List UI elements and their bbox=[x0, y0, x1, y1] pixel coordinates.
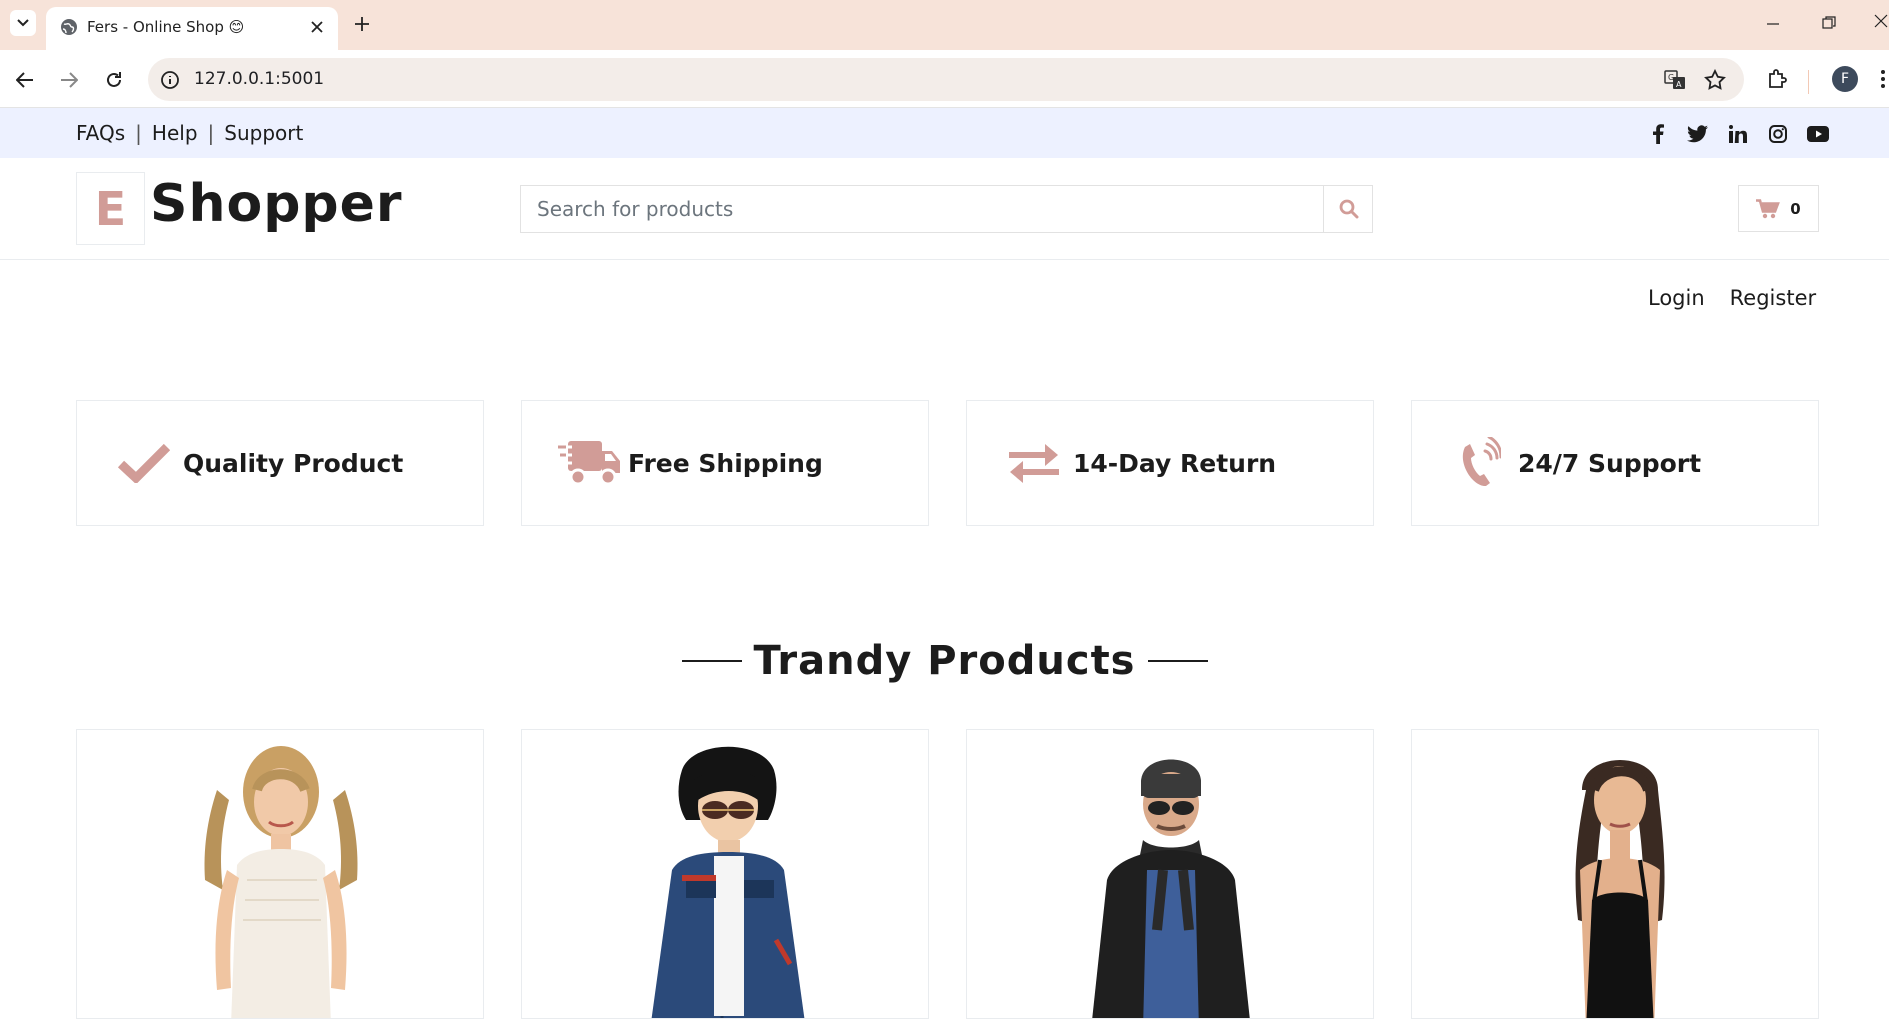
new-tab-button[interactable] bbox=[350, 12, 374, 36]
shipping-fast-icon bbox=[558, 430, 622, 496]
product-image-man-jacket bbox=[1092, 759, 1250, 1018]
globe-icon bbox=[60, 18, 78, 36]
forward-icon[interactable] bbox=[56, 67, 82, 93]
chevron-down-icon bbox=[17, 19, 29, 27]
exchange-icon bbox=[1001, 430, 1067, 496]
search-icon bbox=[1339, 199, 1358, 219]
product-image-woman-top bbox=[1575, 760, 1665, 1018]
svg-text:G: G bbox=[1668, 73, 1674, 82]
link-separator: | bbox=[135, 121, 142, 145]
browser-toolbar: 127.0.0.1:5001 GA bbox=[0, 50, 1889, 108]
site-header: E Shopper 0 bbox=[0, 158, 1889, 260]
extensions-puzzle-icon[interactable] bbox=[1766, 67, 1790, 91]
link-separator: | bbox=[207, 121, 215, 145]
more-menu-icon[interactable] bbox=[1880, 66, 1886, 92]
auth-links: Login Register bbox=[1648, 286, 1816, 310]
site-topbar: FAQs | Help | Support bbox=[0, 108, 1889, 158]
youtube-icon[interactable] bbox=[1806, 123, 1830, 145]
phone-volume-icon bbox=[1446, 430, 1512, 496]
address-bar[interactable]: 127.0.0.1:5001 GA bbox=[148, 58, 1744, 101]
topbar-link-faqs[interactable]: FAQs bbox=[76, 121, 125, 145]
heading-left-rule bbox=[681, 660, 742, 662]
search-input[interactable] bbox=[521, 186, 1323, 232]
tab-search-button[interactable] bbox=[10, 10, 36, 36]
instagram-icon[interactable] bbox=[1766, 123, 1790, 145]
cart-count-badge: 0 bbox=[1790, 199, 1801, 218]
close-tab-icon[interactable] bbox=[308, 18, 326, 36]
restore-window-icon[interactable] bbox=[1822, 16, 1836, 30]
minimize-icon[interactable] bbox=[1766, 14, 1780, 28]
login-link[interactable]: Login bbox=[1648, 286, 1705, 310]
topbar-links: FAQs | Help | Support bbox=[76, 121, 303, 145]
logo-text[interactable]: Shopper bbox=[150, 174, 403, 234]
tab-title: Fers - Online Shop 😊 bbox=[87, 18, 245, 36]
plus-icon bbox=[355, 17, 369, 31]
facebook-icon[interactable] bbox=[1646, 123, 1670, 145]
twitter-icon[interactable] bbox=[1686, 123, 1710, 145]
feature-label: 24/7 Support bbox=[1518, 448, 1702, 478]
back-icon[interactable] bbox=[12, 67, 38, 93]
browser-tab[interactable]: Fers - Online Shop 😊 bbox=[46, 7, 338, 50]
feature-free-shipping: Free Shipping bbox=[521, 400, 929, 526]
logo-letter[interactable]: E bbox=[76, 172, 145, 245]
toolbar-divider bbox=[1808, 70, 1809, 94]
product-card[interactable] bbox=[521, 729, 929, 1019]
browser-tab-strip: Fers - Online Shop 😊 bbox=[0, 0, 1889, 50]
product-image-boy-jacket bbox=[651, 746, 805, 1018]
svg-text:A: A bbox=[1676, 80, 1682, 89]
feature-24-7-support: 24/7 Support bbox=[1411, 400, 1819, 526]
search-form bbox=[520, 185, 1373, 233]
close-window-icon[interactable] bbox=[1874, 14, 1888, 28]
topbar-link-help[interactable]: Help bbox=[152, 121, 198, 145]
section-title: Trandy Products bbox=[753, 638, 1136, 684]
product-card[interactable] bbox=[966, 729, 1374, 1019]
product-card[interactable] bbox=[1411, 729, 1819, 1019]
feature-label: Free Shipping bbox=[628, 448, 823, 478]
feature-14-day-return: 14-Day Return bbox=[966, 400, 1374, 526]
site-info-icon[interactable] bbox=[160, 70, 180, 90]
heading-right-rule bbox=[1147, 660, 1208, 662]
product-image-woman-dress bbox=[204, 746, 358, 1018]
url-text: 127.0.0.1:5001 bbox=[194, 69, 325, 89]
feature-quality-product: Quality Product bbox=[76, 400, 484, 526]
topbar-link-support[interactable]: Support bbox=[224, 121, 303, 145]
shopping-cart-icon bbox=[1756, 198, 1781, 218]
feature-label: Quality Product bbox=[183, 448, 404, 478]
check-icon bbox=[111, 430, 177, 496]
section-heading: Trandy Products bbox=[0, 638, 1889, 684]
product-card[interactable] bbox=[76, 729, 484, 1019]
linkedin-icon[interactable] bbox=[1726, 123, 1750, 145]
translate-icon[interactable]: GA bbox=[1664, 70, 1686, 90]
feature-label: 14-Day Return bbox=[1073, 448, 1277, 478]
register-link[interactable]: Register bbox=[1730, 286, 1816, 310]
reload-icon[interactable] bbox=[101, 67, 127, 93]
profile-avatar[interactable]: F bbox=[1832, 66, 1858, 92]
cart-button[interactable]: 0 bbox=[1738, 185, 1819, 232]
social-links bbox=[1646, 123, 1830, 145]
search-button[interactable] bbox=[1323, 186, 1373, 232]
bookmark-star-icon[interactable] bbox=[1704, 69, 1726, 91]
